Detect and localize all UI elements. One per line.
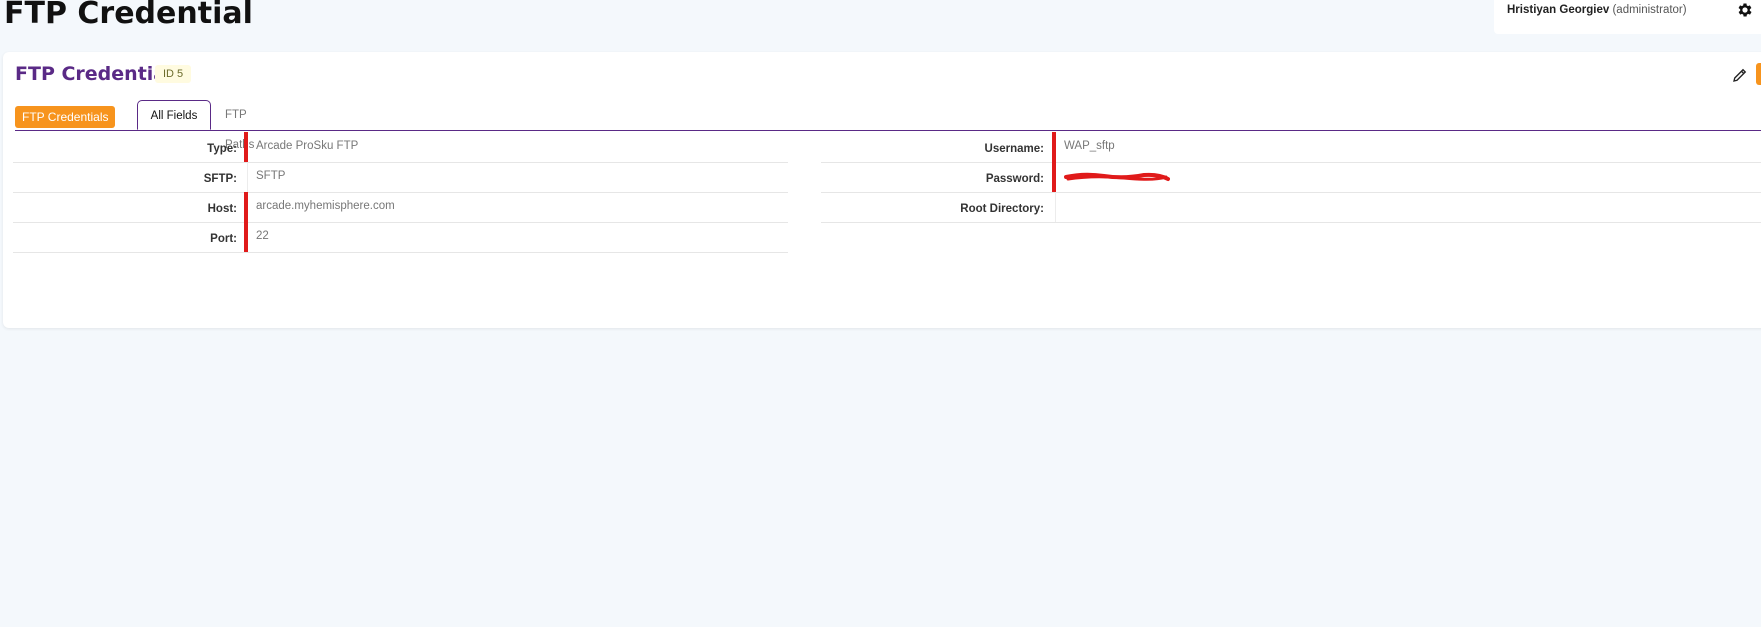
id-badge: ID 5 xyxy=(155,65,192,83)
required-indicator xyxy=(1052,132,1056,162)
field-label: Host: xyxy=(207,203,237,215)
field-divider xyxy=(1055,192,1056,222)
field-value: arcade.myhemisphere.com xyxy=(256,200,395,212)
field-row-sftp: SFTP: SFTP xyxy=(13,162,788,193)
record-card: FTP Credential ID 5 FTP Credentials All … xyxy=(3,52,1761,328)
field-label: SFTP: xyxy=(203,173,237,185)
field-label: Username: xyxy=(984,143,1044,155)
field-label: Port: xyxy=(210,233,237,245)
tab-ftp-credentials[interactable]: FTP Credentials xyxy=(15,106,116,128)
tab-all-fields[interactable]: All Fields xyxy=(137,100,211,130)
tab-divider xyxy=(15,130,1761,131)
page-title: FTP Credential xyxy=(4,0,253,31)
gear-icon[interactable] xyxy=(1736,1,1754,19)
field-label: Root Directory: xyxy=(960,203,1044,215)
field-row-username: Username: WAP_sftp xyxy=(821,132,1761,163)
action-button[interactable] xyxy=(1756,63,1761,85)
redacted-password-scribble xyxy=(1064,172,1170,181)
field-row-type: Type: Arcade ProSku FTP xyxy=(13,132,788,163)
field-divider xyxy=(247,162,248,192)
field-row-host: Host: arcade.myhemisphere.com xyxy=(13,192,788,223)
pencil-icon[interactable] xyxy=(1731,66,1749,84)
user-name: Hristiyan Georgiev (administrator) xyxy=(1507,0,1687,20)
required-indicator xyxy=(244,222,248,252)
field-value: SFTP xyxy=(256,170,286,182)
user-role: (administrator) xyxy=(1612,4,1687,16)
user-menu[interactable]: Hristiyan Georgiev (administrator) xyxy=(1494,0,1761,34)
field-value: WAP_sftp xyxy=(1064,140,1115,152)
field-row-password: Password: xyxy=(821,162,1761,193)
required-indicator xyxy=(244,192,248,222)
field-value: Arcade ProSku FTP xyxy=(256,140,359,152)
field-label: Password: xyxy=(985,173,1044,185)
user-name-text: Hristiyan Georgiev xyxy=(1507,4,1610,16)
field-row-root-directory: Root Directory: xyxy=(821,192,1761,223)
required-indicator xyxy=(244,132,248,162)
card-title: FTP Credential xyxy=(15,63,173,85)
required-indicator xyxy=(1052,162,1056,192)
field-label: Type: xyxy=(207,143,237,155)
tab-ftp-paths[interactable]: FTP Paths xyxy=(225,100,254,151)
field-value: 22 xyxy=(256,230,269,242)
field-row-port: Port: 22 xyxy=(13,222,788,253)
